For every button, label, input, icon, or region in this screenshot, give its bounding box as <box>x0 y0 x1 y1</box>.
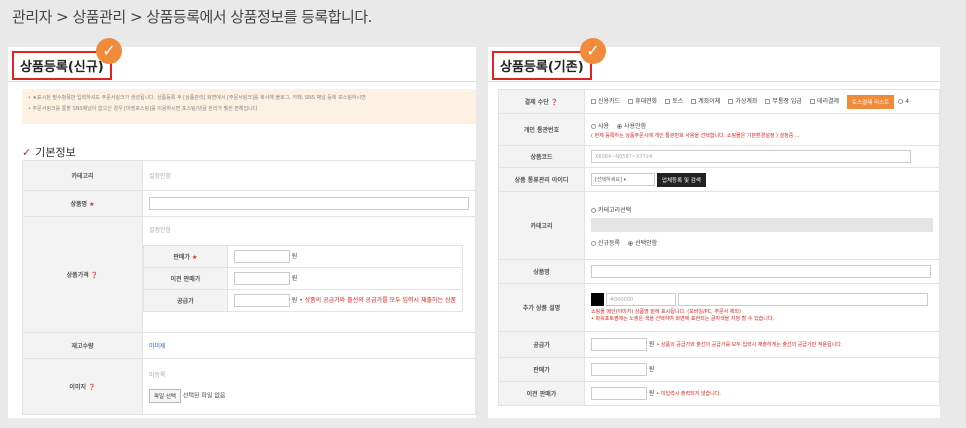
panel-title-old: 상품등록(기존) <box>492 51 592 80</box>
pay-more-option[interactable]: 4 <box>898 98 909 105</box>
desc-note-1: 쇼핑몰 메인(이미지) 상품명 밑에 표시됩니다. (모바일/PC, 주문서 제… <box>591 309 741 315</box>
prev-price-input[interactable] <box>233 272 290 285</box>
file-status: 선택된 파일 없음 <box>182 392 226 400</box>
supply-note-old: • 상품의 공급가와 출선의 공급가를 모두 입력시 재출하게는 출선의 공급가… <box>656 342 843 348</box>
category-box[interactable] <box>591 217 933 232</box>
check-icon: ✓ <box>580 38 606 64</box>
desc-label: 추가 상품 설명 <box>498 283 585 332</box>
consent-label: 개인 통관번호 <box>498 113 585 146</box>
existing-product-panel: 상품등록(기존) 결제 수단 ❓ 신용카드 휴대전화 토스 계좌이체 가상계좌 무통장 입… <box>488 47 940 418</box>
supply-price-label: 공급가 <box>143 289 228 312</box>
code-input[interactable]: X6084~N0587~X7724 <box>591 150 911 163</box>
new-product-panel: 상품등록(신규) • ★표시된 필수항목만 입력하셔도 주문서링크가 생성됩니다… <box>8 47 476 418</box>
category-label-old: 카테고리 <box>498 191 585 260</box>
mgmt-label: 상품 통류관리 아이디 <box>498 167 585 192</box>
product-name-input[interactable] <box>149 197 469 210</box>
help-icon[interactable]: ❓ <box>88 384 95 391</box>
image-note: 미등록 <box>149 372 166 379</box>
image-label: 이미지 ❓ <box>22 358 143 415</box>
mgmt-select[interactable]: [선택하세요] ▾ <box>591 173 655 186</box>
desc-input[interactable] <box>677 293 928 306</box>
price-subtable: 판매가 ★ 원 이전 판매가 원 공급가 원 • 상품의 공급가와 출선의 공급… <box>143 245 464 312</box>
name-input-old[interactable] <box>591 265 931 278</box>
sale-input-old[interactable] <box>591 363 647 376</box>
prev-label-old: 이전 판매가 <box>498 381 585 406</box>
stock-label: 재고수량 <box>22 332 143 359</box>
category-value[interactable]: 설정안함 <box>149 173 171 180</box>
name-label-old: 상품명 <box>498 259 585 284</box>
pay-option-checkbox[interactable]: 가상계좌 <box>728 98 757 105</box>
supply-note: • 상품의 공급가와 출선의 공급가를 모두 입력시 재출하는 상품 <box>299 297 456 304</box>
pay-options: 신용카드 휴대전화 토스 계좌이체 가상계좌 무통장 입금 데리결제 토스결제 리스트 4 <box>584 89 940 114</box>
supply-price-input[interactable] <box>233 294 290 307</box>
consent-note: ( 현재 등록하는 상품주문시에 개인 통관번호 사용을 선택합니다. 쇼핑몰은… <box>591 132 800 139</box>
sale-price-input[interactable] <box>233 250 290 263</box>
stock-value[interactable]: 미미제 <box>149 343 166 350</box>
consent-nouse-radio[interactable]: 사용안함 <box>617 123 646 130</box>
basic-info-table: 카테고리 설정안함 상품명 ★ 상품가격 ❓ 설정안함 판매가 ★ 원 이전 판… <box>22 160 476 415</box>
pay-label: 결제 수단 ❓ <box>498 89 585 114</box>
supply-label-old: 공급가 <box>498 331 585 358</box>
section-basic-info: ✓ 기본정보 <box>22 146 76 159</box>
mgmt-search-button[interactable]: 업체등록 및 검색 <box>656 172 706 187</box>
color-input[interactable]: #000000 <box>605 293 676 306</box>
pay-option-checkbox[interactable]: 토스 <box>665 98 683 105</box>
category-label: 카테고리 <box>22 160 143 191</box>
new-reg-radio[interactable]: 신규등록 <box>591 240 620 247</box>
check-icon: ✓ <box>96 38 122 64</box>
help-icon[interactable]: ❓ <box>551 99 558 106</box>
price-note: 설정안함 <box>149 227 172 234</box>
color-swatch[interactable] <box>591 293 604 306</box>
prev-price-label: 이전 판매가 <box>143 267 228 290</box>
help-icon[interactable]: ❓ <box>91 272 98 279</box>
pay-option-checkbox[interactable]: 데리결제 <box>809 98 839 105</box>
pay-option-checkbox[interactable]: 계좌이체 <box>691 98 720 105</box>
category-select-radio[interactable]: 카테고리선택 <box>591 207 631 214</box>
file-select-button[interactable]: 파일 선택 <box>149 389 181 403</box>
chevron-down-icon: ✓ <box>22 146 32 159</box>
breadcrumb: 관리자 > 상품관리 > 상품등록에서 상품정보를 등록합니다. <box>12 8 372 26</box>
desc-note-2: • 파워포토찜에는 노출은 색을 선택하여 화면에 표현되는 글자색을 지정 할… <box>591 316 775 322</box>
notice-line-1: • ★표시된 필수항목만 입력하셔도 주문서링크가 생성됩니다. 상품등록 후 … <box>28 95 366 101</box>
price-label: 상품가격 ❓ <box>22 216 143 333</box>
pay-list-button[interactable]: 토스결제 리스트 <box>847 94 895 109</box>
pay-option-checkbox[interactable]: 무통장 입금 <box>765 98 802 105</box>
notice-line-2: • 주문서링크를 통할 SNS채널이 없으신 경우 [마켓포스팅]를 이용하시면… <box>28 106 259 112</box>
sale-label-old: 판매가 <box>498 357 585 382</box>
product-name-label: 상품명 ★ <box>22 190 143 217</box>
notice-box: • ★표시된 필수항목만 입력하셔도 주문서링크가 생성됩니다. 상품등록 후 … <box>22 89 476 124</box>
pay-option-checkbox[interactable]: 휴대전화 <box>628 98 657 105</box>
prev-input-old[interactable] <box>591 387 647 400</box>
prev-note-old: • 미입력시 출력되지 않습니다. <box>656 391 721 397</box>
supply-input-old[interactable] <box>591 338 647 351</box>
code-label: 상품코드 <box>498 145 585 168</box>
no-select-radio[interactable]: 선택안함 <box>628 240 657 247</box>
sale-price-label: 판매가 ★ <box>143 245 228 268</box>
consent-use-radio[interactable]: 사용 <box>591 123 609 130</box>
product-form-table: 결제 수단 ❓ 신용카드 휴대전화 토스 계좌이체 가상계좌 무통장 입금 데리결제 토스결제… <box>498 89 940 406</box>
pay-option-checkbox[interactable]: 신용카드 <box>591 98 620 105</box>
